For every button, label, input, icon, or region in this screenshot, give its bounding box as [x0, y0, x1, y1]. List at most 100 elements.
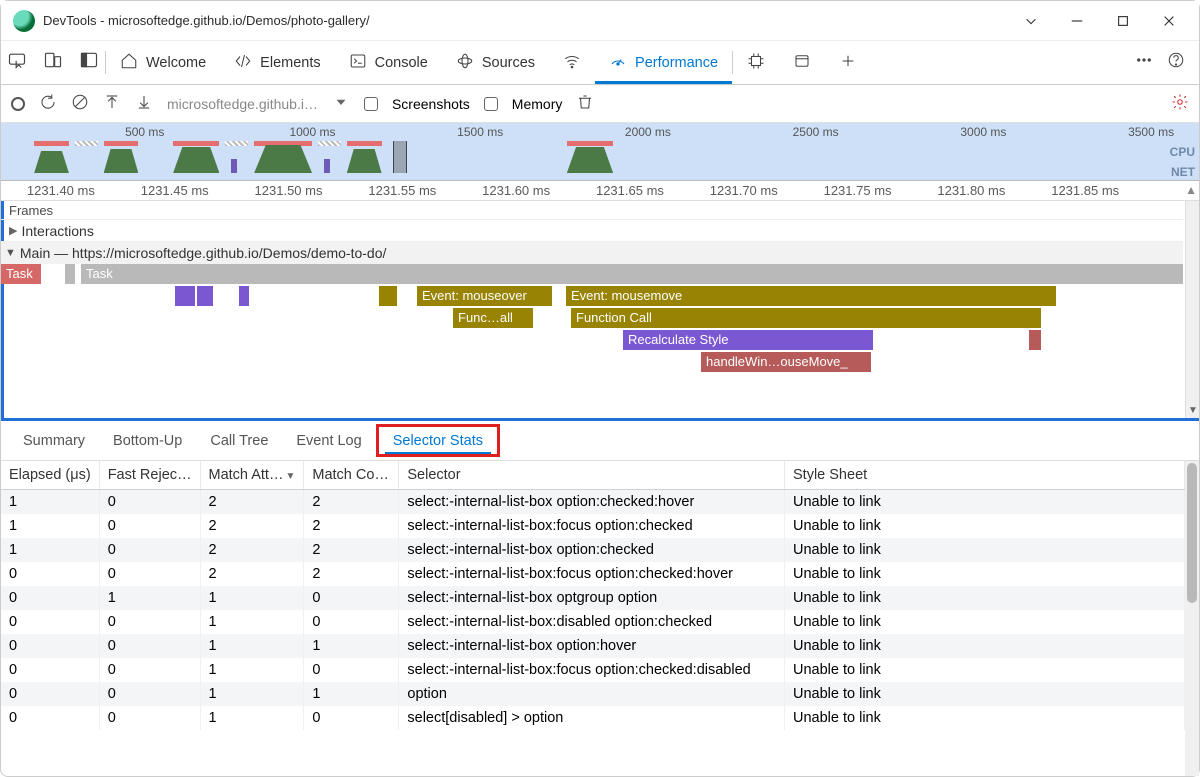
- chevron-right-icon: ▶: [9, 224, 17, 237]
- flame-bar-func[interactable]: Func…all: [453, 308, 533, 328]
- maximize-button[interactable]: [1111, 14, 1135, 28]
- titlebar: DevTools - microsoftedge.github.io/Demos…: [1, 1, 1199, 41]
- memory-label: Memory: [512, 96, 563, 112]
- table-row[interactable]: 0011select:-internal-list-box option:hov…: [1, 634, 1185, 658]
- tab-call-tree[interactable]: Call Tree: [196, 421, 282, 460]
- table-scrollbar[interactable]: ▲: [1185, 461, 1199, 776]
- col-match-co[interactable]: Match Co…: [304, 461, 399, 490]
- interactions-row[interactable]: ▶ Interactions: [1, 220, 1183, 242]
- net-label: NET: [1171, 165, 1195, 179]
- performance-icon: [609, 52, 627, 74]
- app-icon: [13, 10, 35, 32]
- table-row[interactable]: 0010select:-internal-list-box:disabled o…: [1, 610, 1185, 634]
- col-stylesheet[interactable]: Style Sheet: [785, 461, 1185, 490]
- tab-memory-icon[interactable]: [733, 41, 779, 84]
- inspect-icon[interactable]: [7, 50, 27, 75]
- window-title: DevTools - microsoftedge.github.io/Demos…: [43, 13, 1019, 28]
- reload-icon[interactable]: [39, 93, 57, 114]
- plus-icon: [839, 52, 857, 74]
- tab-network-icon-only[interactable]: [549, 41, 595, 84]
- table-row[interactable]: 0110select:-internal-list-box optgroup o…: [1, 586, 1185, 610]
- flame-bar-recalc[interactable]: Recalculate Style: [623, 330, 873, 350]
- overview-tick: 3500 ms: [1128, 125, 1174, 139]
- table-row[interactable]: 1022select:-internal-list-box:focus opti…: [1, 514, 1185, 538]
- table-row[interactable]: 0011optionUnable to link: [1, 682, 1185, 706]
- tab-event-log[interactable]: Event Log: [282, 421, 375, 460]
- page-url: microsoftedge.github.i…: [167, 96, 318, 112]
- table-row[interactable]: 0010select:-internal-list-box:focus opti…: [1, 658, 1185, 682]
- col-elapsed[interactable]: Elapsed (μs): [1, 461, 99, 490]
- tab-sources-label: Sources: [482, 55, 535, 71]
- clear-icon[interactable]: [71, 93, 89, 114]
- tab-add[interactable]: [825, 41, 871, 84]
- detail-tabs: Summary Bottom-Up Call Tree Event Log Se…: [1, 421, 1199, 461]
- overview-tick: 1500 ms: [457, 125, 503, 139]
- flame-bar-event[interactable]: Event: mousemove: [566, 286, 1056, 306]
- tab-elements-label: Elements: [260, 55, 320, 71]
- perf-toolbar: microsoftedge.github.i… Screenshots Memo…: [1, 85, 1199, 123]
- tab-summary[interactable]: Summary: [9, 421, 99, 460]
- wifi-icon: [563, 52, 581, 74]
- tabbar: Welcome Elements Console Sources Perform…: [1, 41, 1199, 85]
- frames-row[interactable]: Frames: [1, 201, 1183, 220]
- trash-icon[interactable]: [576, 93, 594, 114]
- dropdown-icon[interactable]: [332, 93, 350, 114]
- table-row[interactable]: 1022select:-internal-list-box option:che…: [1, 490, 1185, 515]
- memory-checkbox[interactable]: [484, 97, 498, 111]
- tab-console[interactable]: Console: [335, 41, 442, 84]
- table-row[interactable]: 1022select:-internal-list-box option:che…: [1, 538, 1185, 562]
- overview-tick: 500 ms: [125, 125, 164, 139]
- overview-tick: 2500 ms: [793, 125, 839, 139]
- main-thread-row[interactable]: ▼ Main — https://microsoftedge.github.io…: [1, 242, 1183, 264]
- tab-welcome[interactable]: Welcome: [106, 41, 220, 84]
- chevron-down-icon: ▼: [5, 247, 16, 259]
- tab-bottom-up[interactable]: Bottom-Up: [99, 421, 196, 460]
- close-button[interactable]: [1157, 14, 1181, 28]
- help-icon[interactable]: [1167, 51, 1185, 74]
- upload-icon[interactable]: [103, 93, 121, 114]
- device-toggle-icon[interactable]: [43, 50, 63, 75]
- overview-tick: 3000 ms: [960, 125, 1006, 139]
- scroll-up-icon[interactable]: ▲: [1185, 183, 1197, 197]
- tab-performance[interactable]: Performance: [595, 41, 732, 84]
- elements-icon: [234, 52, 252, 74]
- flame-scrollbar[interactable]: ▼: [1185, 201, 1199, 418]
- flame-bar-func[interactable]: Function Call: [571, 308, 1041, 328]
- col-match-att[interactable]: Match Att…▼: [200, 461, 304, 490]
- overview-timeline[interactable]: 500 ms 1000 ms 1500 ms 2000 ms 2500 ms 3…: [1, 123, 1199, 181]
- home-icon: [120, 52, 138, 74]
- flame-bar-task[interactable]: Task: [1, 264, 41, 284]
- col-fast-reject[interactable]: Fast Rejec…: [99, 461, 200, 490]
- tab-elements[interactable]: Elements: [220, 41, 334, 84]
- cpu-label: CPU: [1170, 145, 1195, 159]
- screenshots-checkbox[interactable]: [364, 97, 378, 111]
- tab-selector-stats[interactable]: Selector Stats: [376, 424, 500, 457]
- tab-welcome-label: Welcome: [146, 55, 206, 71]
- flame-bar-handle[interactable]: handleWin…ouseMove_: [701, 352, 871, 372]
- col-selector[interactable]: Selector: [399, 461, 785, 490]
- more-icon[interactable]: [1135, 51, 1153, 74]
- playhead[interactable]: [393, 141, 407, 173]
- overview-tick: 1000 ms: [289, 125, 335, 139]
- table-row[interactable]: 0010select[disabled] > optionUnable to l…: [1, 706, 1185, 730]
- chevron-down-icon[interactable]: [1019, 14, 1043, 28]
- console-icon: [349, 52, 367, 74]
- download-icon[interactable]: [135, 93, 153, 114]
- table-row[interactable]: 0022select:-internal-list-box:focus opti…: [1, 562, 1185, 586]
- scrollbar-thumb[interactable]: [1187, 463, 1197, 603]
- overview-tick: 2000 ms: [625, 125, 671, 139]
- sources-icon: [456, 52, 474, 74]
- minimize-button[interactable]: [1065, 14, 1089, 28]
- selector-stats-table: Elapsed (μs) Fast Rejec… Match Att…▼ Mat…: [1, 461, 1199, 776]
- tab-performance-label: Performance: [635, 55, 718, 71]
- tab-sources[interactable]: Sources: [442, 41, 549, 84]
- flame-bar-task[interactable]: Task: [81, 264, 1183, 284]
- record-button[interactable]: [11, 97, 25, 111]
- flame-bar-event[interactable]: Event: mouseover: [417, 286, 552, 306]
- settings-icon[interactable]: [1171, 93, 1189, 114]
- chip-icon: [747, 52, 765, 74]
- flame-ruler: 1231.40 ms 1231.45 ms 1231.50 ms 1231.55…: [1, 181, 1199, 201]
- flame-chart[interactable]: Task Task Event: mouseover Func…all Even…: [1, 264, 1183, 394]
- tab-application-icon[interactable]: [779, 41, 825, 84]
- dock-icon[interactable]: [79, 50, 99, 75]
